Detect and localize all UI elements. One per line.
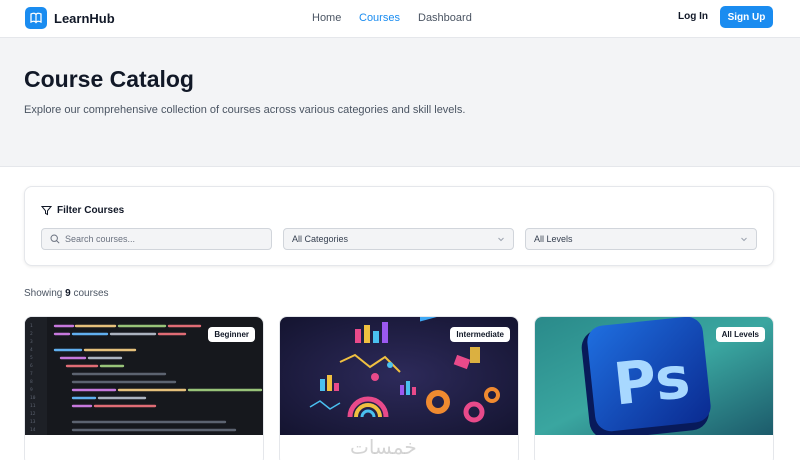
svg-text:11: 11 (30, 403, 36, 409)
svg-text:7: 7 (30, 371, 33, 377)
login-button[interactable]: Log In (678, 11, 708, 22)
top-nav-bar: LearnHub Home Courses Dashboard Log In S… (0, 0, 800, 38)
svg-text:9: 9 (30, 387, 33, 393)
brand-name[interactable]: LearnHub (54, 11, 115, 26)
page-title: Course Catalog (24, 66, 194, 92)
svg-text:Ps: Ps (610, 343, 693, 419)
course-card[interactable]: 1234 5678 9 10 11 12 13 14 Beginner (24, 316, 264, 460)
svg-text:6: 6 (30, 363, 33, 369)
svg-text:3: 3 (30, 339, 33, 345)
svg-text:13: 13 (30, 419, 36, 425)
svg-text:5: 5 (30, 355, 33, 361)
level-badge: Beginner (208, 327, 255, 342)
results-suffix: courses (73, 288, 109, 299)
nav-link-dashboard[interactable]: Dashboard (418, 12, 472, 24)
results-prefix: Showing (24, 288, 63, 299)
level-selected-value: All Levels (534, 234, 573, 244)
filter-header: Filter Courses (41, 205, 124, 216)
course-thumbnail-code: 1234 5678 9 10 11 12 13 14 Beginner (25, 317, 263, 435)
nav-link-courses[interactable]: Courses (359, 12, 400, 24)
svg-text:14: 14 (30, 427, 36, 433)
course-thumbnail-charts: Intermediate (280, 317, 518, 435)
svg-text:8: 8 (30, 379, 33, 385)
page-description: Explore our comprehensive collection of … (24, 104, 466, 116)
level-select[interactable]: All Levels (525, 228, 757, 250)
search-icon (50, 234, 60, 244)
hero-section: Course Catalog Explore our comprehensive… (0, 38, 800, 167)
filter-icon (41, 206, 52, 216)
svg-text:12: 12 (30, 411, 36, 417)
results-number: 9 (65, 288, 71, 299)
category-select[interactable]: All Categories (283, 228, 514, 250)
nav-link-home[interactable]: Home (312, 12, 341, 24)
category-selected-value: All Categories (292, 234, 349, 244)
level-badge: Intermediate (450, 327, 510, 342)
filter-panel: Filter Courses Search courses... All Cat… (24, 186, 774, 266)
course-card[interactable]: Ps All Levels (534, 316, 774, 460)
search-placeholder: Search courses... (65, 234, 136, 244)
signup-button[interactable]: Sign Up (720, 6, 773, 28)
filter-title: Filter Courses (57, 205, 125, 216)
book-icon[interactable] (25, 7, 47, 29)
course-thumbnail-photoshop: Ps All Levels (535, 317, 773, 435)
chevron-down-icon (741, 237, 747, 242)
level-badge: All Levels (715, 327, 765, 342)
watermark: خمسات (350, 435, 417, 459)
svg-text:4: 4 (30, 347, 33, 353)
search-input[interactable]: Search courses... (41, 228, 272, 250)
chevron-down-icon (498, 237, 504, 242)
svg-text:2: 2 (30, 331, 33, 337)
svg-text:1: 1 (30, 323, 33, 329)
svg-text:10: 10 (30, 395, 36, 401)
results-count: Showing 9 courses (24, 288, 109, 299)
